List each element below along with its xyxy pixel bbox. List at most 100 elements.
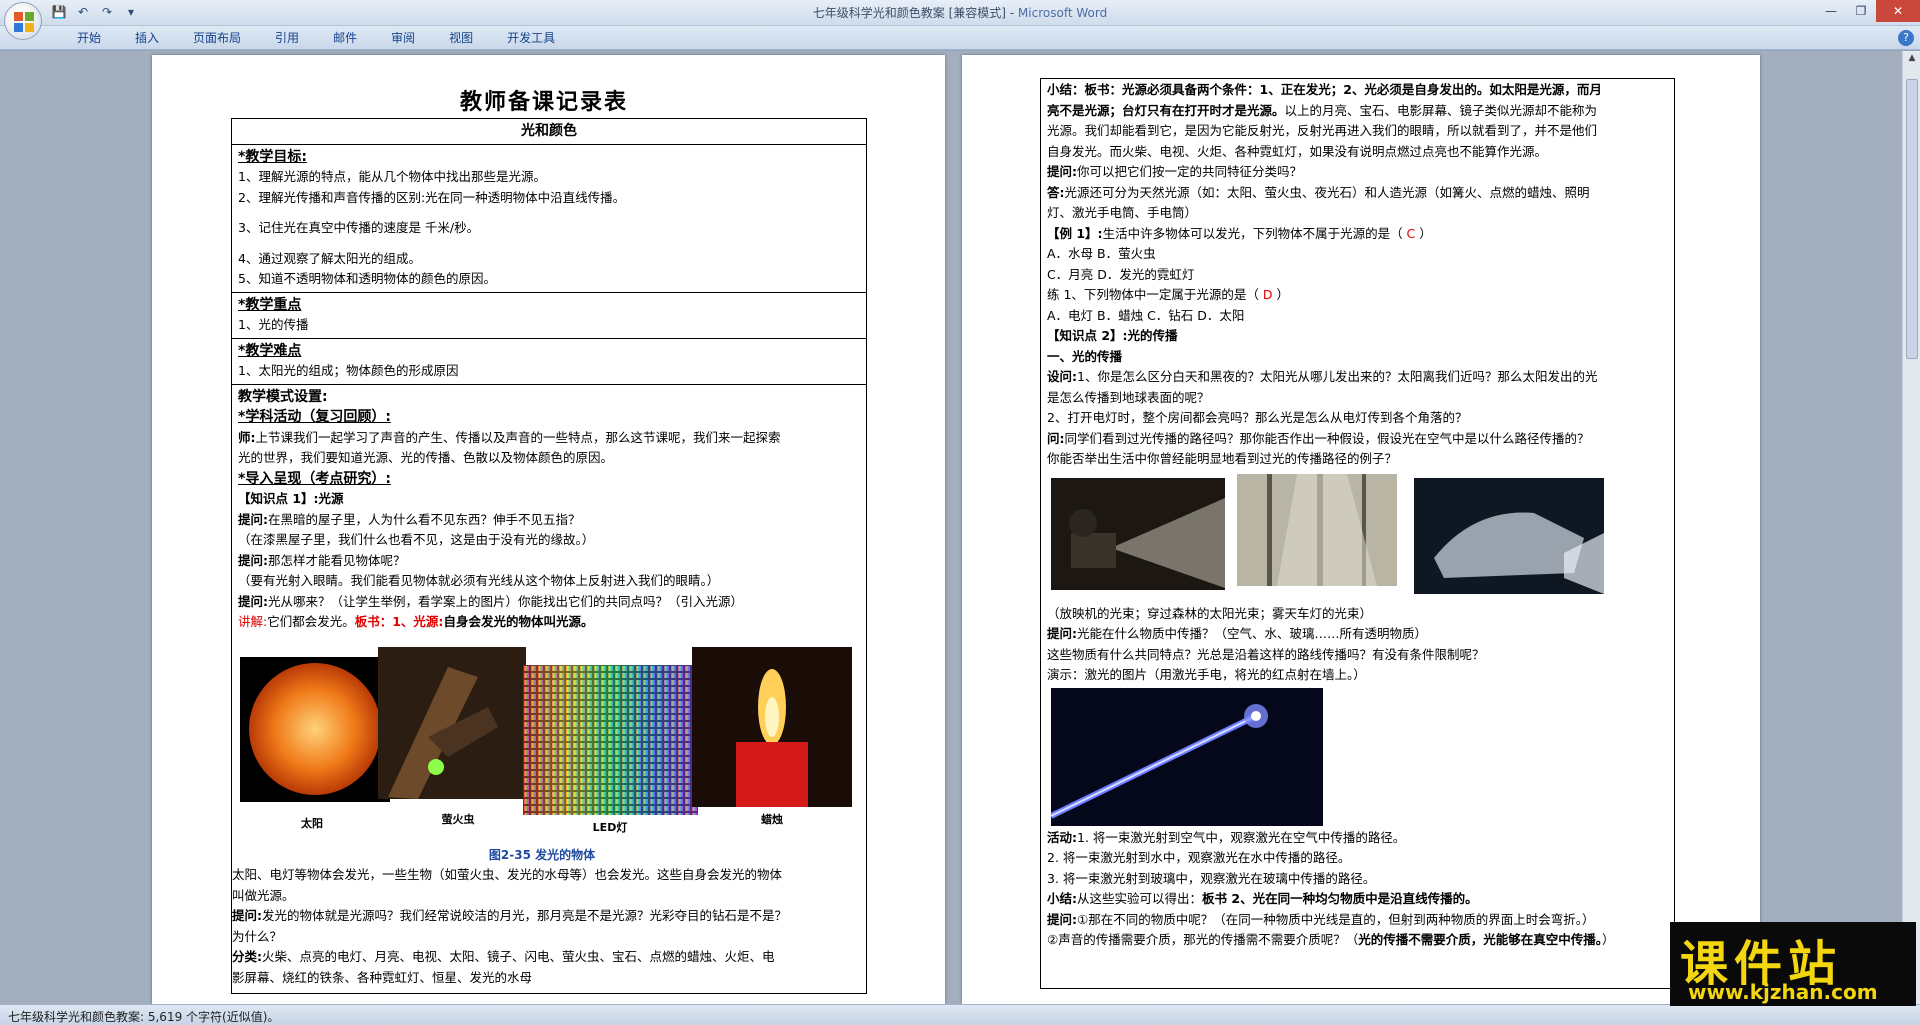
tab-insert[interactable]: 插入 <box>118 30 176 46</box>
classify-prefix: 分类: <box>232 949 262 964</box>
setq-text: 1、你是怎么区分白天和黑夜的？太阳光从哪儿发出来的？太阳离我们近吗？那么太阳发出… <box>1077 369 1598 384</box>
tab-references[interactable]: 引用 <box>258 30 316 46</box>
maximize-button[interactable]: ❐ <box>1846 0 1876 22</box>
tab-review[interactable]: 审阅 <box>374 30 432 46</box>
setq-text: 是怎么传播到地球表面的呢？ <box>1047 389 1210 405</box>
question-text: 光从哪来？（让学生举例，看学案上的图片）你能找出它们的共同点吗？（引入光源） <box>268 593 744 609</box>
vertical-scrollbar[interactable]: ▲ ▼ <box>1902 51 1920 1004</box>
tab-view[interactable]: 视图 <box>432 30 490 46</box>
question-prefix: 提问: <box>1047 626 1077 641</box>
activity-heading: *学科活动（复习回顾）: <box>238 409 391 425</box>
forest-photo <box>1237 473 1397 586</box>
question-prefix: 问: <box>1047 430 1065 446</box>
question-prefix: 提问: <box>232 908 262 923</box>
sun-label: 太阳 <box>301 816 323 830</box>
activity-text: 1. 将一束激光射到空气中，观察激光在空气中传播的路径。 <box>1077 829 1406 845</box>
key-item: 1、光的传播 <box>238 317 309 332</box>
minimize-button[interactable]: — <box>1816 0 1846 22</box>
answer-text: （要有光射入眼睛。我们能看见物体就必须有光线从这个物体上反射进入我们的眼睛。） <box>238 573 720 588</box>
help-icon[interactable]: ? <box>1898 30 1914 46</box>
close-button[interactable]: ✕ <box>1876 0 1920 22</box>
question-text: 这些物质有什么共同特点？光总是沿着这样的路线传播吗？有没有条件限制呢？ <box>1047 646 1485 662</box>
scroll-up-icon[interactable]: ▲ <box>1906 53 1918 67</box>
window-title: 七年级科学光和颜色教案 [兼容模式] - Microsoft Word <box>0 4 1920 21</box>
tab-mailings[interactable]: 邮件 <box>316 30 374 46</box>
summary-prefix: 小结: <box>1047 891 1077 906</box>
scrollbar-thumb[interactable] <box>1906 79 1918 359</box>
tab-page-layout[interactable]: 页面布局 <box>176 30 258 46</box>
tab-developer[interactable]: 开发工具 <box>490 30 572 46</box>
question-text: 你能否举出生活中你曾经能明显地看到过光的传播路径的例子？ <box>1047 451 1398 466</box>
question-text: 那怎样才能看见物体呢？ <box>268 552 406 568</box>
summary-text: 光源。我们却能看到它，是因为它能反射光，反射光再进入我们的眼睛，所以就看到了，并… <box>1047 123 1598 138</box>
firefly-label: 萤火虫 <box>441 812 475 826</box>
explain-prefix: 讲解: <box>238 614 268 629</box>
classify-text: 火柴、点亮的电灯、月亮、电视、太阳、镜子、闪电、萤火虫、宝石、点燃的蜡烛、火炬、… <box>262 949 775 964</box>
mode-heading: 教学模式设置: <box>238 388 328 405</box>
projector-photo <box>1051 477 1225 590</box>
figure-caption: 图2-35 发光的物体 <box>488 847 596 862</box>
laser-photo <box>1051 687 1323 826</box>
goal-item: 5、知道不透明物体和透明物体的颜色的原因。 <box>238 271 496 286</box>
explain-text: 它们都会发光。 <box>267 614 355 629</box>
summary-text: 亮不是光源；台灯只有在打开时才是光源。 <box>1047 102 1285 118</box>
goals-section: *教学目标: 1、理解光源的特点，能从几个物体中找出那些是光源。 2、理解光传播… <box>232 145 866 293</box>
light-path-photos <box>1047 470 1668 604</box>
difficulty-heading: *教学难点 <box>238 342 302 359</box>
example-options: C．月亮 D．发光的霓虹灯 <box>1047 266 1195 282</box>
demo-text: 演示：激光的图片（用激光手电，将光的红点射在墙上。） <box>1047 667 1366 682</box>
word-count[interactable]: 七年级科学光和颜色教案: 5,619 个字符(近似值)。 <box>8 1008 279 1025</box>
lesson-title: 光和颜色 <box>521 123 577 139</box>
question-text: 为什么？ <box>232 928 283 944</box>
summary-prefix: 小结：板书： <box>1047 82 1123 97</box>
question-prefix: 提问: <box>238 552 268 568</box>
section-heading: 一、光的传播 <box>1047 348 1123 364</box>
summary-text: 光源必须具备两个条件：1、正在发光；2、光必须是自身发出的。如太阳是光源，而月 <box>1122 82 1602 97</box>
lesson-table: 光和颜色 *教学目标: 1、理解光源的特点，能从几个物体中找出那些是光源。 2、… <box>231 118 867 994</box>
body-text: 叫做光源。 <box>232 887 295 903</box>
intro-heading: *导入呈现（考点研究）: <box>238 470 391 487</box>
question-text: 同学们看到过光传播的路径吗？那你能否作出一种假设，假设光在空气中是以什么路径传播… <box>1064 430 1590 446</box>
firefly-photo <box>378 646 526 799</box>
office-button[interactable] <box>4 2 42 40</box>
board-definition: 自身会发光的物体叫光源。 <box>443 614 594 629</box>
setq-prefix: 设问: <box>1047 369 1077 384</box>
practice-answer: D <box>1262 287 1273 302</box>
answer-text: 光源还可分为天然光源（如：太阳、萤火虫、夜光石）和人造光源（如篝火、点燃的蜡烛、… <box>1064 184 1590 200</box>
example-end: ） <box>1415 225 1432 241</box>
car-headlight-photo <box>1414 477 1604 594</box>
question-prefix: 提问: <box>238 511 268 527</box>
difficulty-section: *教学难点 1、太阳光的组成；物体颜色的形成原因 <box>232 339 866 385</box>
key-section: *教学重点 1、光的传播 <box>232 293 866 339</box>
answer-text: （在漆黑屋子里，我们什么也看不见，这是由于没有光的缘故。） <box>238 532 595 547</box>
example-options: A．水母 B．萤火虫 <box>1047 246 1156 261</box>
document-name: 七年级科学光和颜色教案 [兼容模式] - <box>812 6 1018 20</box>
question-prefix: 提问: <box>238 593 268 609</box>
tab-home[interactable]: 开始 <box>60 30 118 46</box>
example-text: 生活中许多物体可以发光，下列物体不属于光源的是（ <box>1102 225 1407 241</box>
example-prefix: 【例 1】: <box>1047 225 1103 241</box>
question-text: 光能在什么物质中传播？（空气、水、玻璃……所有透明物质） <box>1077 626 1428 641</box>
answer-prefix: 答: <box>1047 184 1065 200</box>
title-bar: 💾 ↶ ↷ ▾ 七年级科学光和颜色教案 [兼容模式] - Microsoft W… <box>0 0 1920 40</box>
practice-options: A．电灯 B．蜡烛 C．钻石 D．太阳 <box>1047 307 1245 323</box>
page2-table: 小结：板书：光源必须具备两个条件：1、正在发光；2、光必须是自身发出的。如太阳是… <box>1040 78 1675 989</box>
answer-text: 灯、激光手电筒、手电筒） <box>1047 205 1198 220</box>
example-answer: C <box>1406 225 1416 241</box>
teacher-text: 上节课我们一起学习了声音的产生、传播以及声音的一些特点，那么这节课呢，我们来一起… <box>255 429 781 445</box>
photo-caption: （放映机的光束；穿过森林的太阳光束；雾天车灯的光束） <box>1047 605 1373 621</box>
laser-photo-wrap <box>1047 686 1668 828</box>
office-logo-icon <box>14 12 34 32</box>
status-bar: 七年级科学光和颜色教案: 5,619 个字符(近似值)。 <box>0 1004 1920 1025</box>
question-text: ②声音的传播需要介质，那光的传播需不需要介质呢？（ <box>1047 932 1359 947</box>
knowledge-point-2: 【知识点 2】:光的传播 <box>1047 328 1178 343</box>
led-label: LED灯 <box>592 820 628 834</box>
knowledge-point-1: 【知识点 1】:光源 <box>238 491 344 506</box>
teacher-prefix: 师: <box>238 429 256 445</box>
summary-text: 以上的月亮、宝石、电影屏幕、镜子类似光源却不能称为 <box>1284 102 1598 118</box>
led-photo <box>523 664 698 815</box>
activity-text: 3. 将一束激光射到玻璃中，观察激光在玻璃中传播的路径。 <box>1047 870 1376 886</box>
body-text: 太阳、电灯等物体会发光，一些生物（如萤火虫、发光的水母等）也会发光。这些自身会发… <box>232 867 783 882</box>
watermark-url: www.kjzhan.com <box>1688 980 1878 1004</box>
practice-end: ） <box>1272 287 1290 302</box>
